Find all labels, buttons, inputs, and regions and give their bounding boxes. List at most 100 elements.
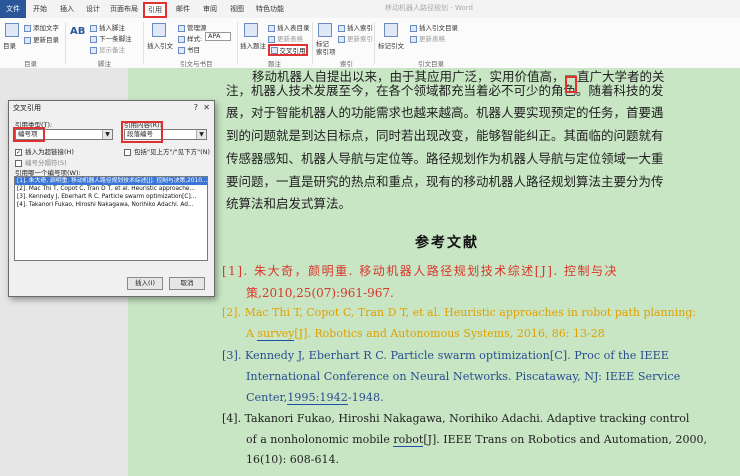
chevron-down-icon: ▼ xyxy=(102,130,112,139)
update-toa-button[interactable]: 更新表格 xyxy=(410,33,445,43)
cancel-button[interactable]: 取消 xyxy=(169,277,205,290)
cross-reference-button[interactable]: 交叉引用 xyxy=(268,44,308,56)
update-index-button[interactable]: 更新索引 xyxy=(338,33,373,43)
insert-table-of-figures-button[interactable]: 插入表目录 xyxy=(268,22,310,32)
insert-toa-icon xyxy=(410,24,417,32)
style-label: 样式: xyxy=(178,33,202,43)
list-item[interactable]: [3]. Kennedy J, Eberhart R C. Particle s… xyxy=(15,193,207,201)
group-toc: 目录 xyxy=(24,60,37,68)
body-line: 注，机器人技术发展至今，在各个领域都充当着必不可少的角色。随着科技的发 xyxy=(226,83,664,98)
reference-3: [3]. Kennedy J, Eberhart R C. Particle s… xyxy=(222,349,669,362)
list-item[interactable]: [1]. 朱大奇, 颜明重. 移动机器人路径规划技术综述[J]. 控制与决策,2… xyxy=(15,177,207,185)
body-line: 统算法和启发式算法。 xyxy=(226,196,352,211)
divider xyxy=(143,22,144,64)
body-line: 要问题，一直是研究的热点和重点，现有的移动机器人路径规划算法主要分为传 xyxy=(226,174,664,189)
divider xyxy=(65,22,66,64)
reference-4: [4]. Takanori Fukao, Hiroshi Nakagawa, N… xyxy=(222,412,690,425)
help-icon[interactable]: ? xyxy=(194,103,198,112)
reference-1-cont: 策,2010,25(07):961-967. xyxy=(246,286,394,300)
divider xyxy=(374,22,375,64)
reference-4-cont: 16(10): 608-614. xyxy=(246,453,339,466)
footnote-icon xyxy=(90,24,97,32)
separate-numbers-checkbox[interactable]: 编号分隔符(S) xyxy=(15,157,67,167)
mark-entry-icon xyxy=(318,23,332,37)
tab-design[interactable]: 设计 xyxy=(86,4,100,14)
body-line: 到的问题就是到达目标点，同时若出现改变，能够智能纠正。其面临的问题就有 xyxy=(226,128,664,143)
table-of-figures-icon xyxy=(268,24,275,32)
manage-sources-button[interactable]: 管理源 xyxy=(178,22,207,32)
tab-special[interactable]: 特色功能 xyxy=(256,4,284,14)
insert-caption-button[interactable]: 插入题注 xyxy=(240,40,266,50)
style-icon xyxy=(178,35,185,43)
body-line: 传感器感知、机器人导航与定位等。路径规划作为机器人导航与定位领域一大重 xyxy=(226,151,664,166)
update-table-icon xyxy=(268,35,275,43)
checkbox xyxy=(15,159,22,167)
update-table-button[interactable]: 更新表格 xyxy=(268,33,303,43)
reference-4-cont: of a nonholonomic mobile robot[J]. IEEE … xyxy=(246,433,707,447)
insert-endnote-icon[interactable]: AB xyxy=(70,26,85,37)
insert-citation-button[interactable]: 插入引文 xyxy=(147,40,173,50)
insert-footnote-button[interactable]: 插入脚注 xyxy=(90,22,125,32)
close-icon[interactable]: ✕ xyxy=(203,103,210,112)
tab-file[interactable]: 文件 xyxy=(0,0,26,18)
next-footnote-icon xyxy=(90,35,97,43)
tab-references[interactable]: 引用 xyxy=(143,2,167,18)
add-text-icon xyxy=(24,24,31,32)
group-citations: 引文与书目 xyxy=(180,60,213,68)
insert-hyperlink-checkbox[interactable]: ✓ 插入为超链接(H) xyxy=(15,146,74,156)
tab-mailings[interactable]: 邮件 xyxy=(176,4,190,14)
include-above-below-checkbox[interactable]: 包括"见上方"/"见下方"(N) xyxy=(124,146,210,156)
window-title: 移动机器人路径规划 - Word xyxy=(385,4,473,12)
list-item[interactable]: [4]. Takanori Fukao, Hiroshi Nakagawa, N… xyxy=(15,201,207,209)
reference-3-cont: Center,1995:1942-1948. xyxy=(246,391,384,405)
show-notes-button[interactable]: 显示备注 xyxy=(90,44,125,54)
body-line: 展，对于智能机器人的功能需求也越来越高。机器人要实现预定的任务，首要遇 xyxy=(226,105,664,120)
refresh-icon xyxy=(24,36,31,44)
highlight-ref-type xyxy=(13,127,45,142)
ribbon-tab-bar: 文件 开始 插入 设计 页面布局 引用 邮件 审阅 视图 特色功能 移动机器人路… xyxy=(0,0,740,18)
insert-caption-icon xyxy=(244,23,258,37)
bibliography-icon xyxy=(178,46,185,54)
insert-index-icon xyxy=(338,24,345,32)
tab-review[interactable]: 审阅 xyxy=(203,4,217,14)
bibliography-button[interactable]: 书目 xyxy=(178,44,200,54)
checkbox-checked: ✓ xyxy=(15,148,22,156)
tab-insert[interactable]: 插入 xyxy=(60,4,74,14)
divider xyxy=(312,22,313,64)
list-item[interactable]: [2]. Mac Thi T, Copot C, Tran D T, et al… xyxy=(15,185,207,193)
dialog-title: 交叉引用 xyxy=(13,104,41,112)
tab-layout[interactable]: 页面布局 xyxy=(110,4,138,14)
notes-icon xyxy=(90,46,97,54)
update-toc-button[interactable]: 更新目录 xyxy=(24,34,59,44)
ribbon-panel: 目录 添加文字 更新目录 目录 AB 插入脚注 下一条脚注 显示备注 脚注 插入… xyxy=(0,18,740,69)
reference-3-cont: International Conference on Neural Netwo… xyxy=(246,370,681,383)
add-text-button[interactable]: 添加文字 xyxy=(24,22,59,32)
insert-button[interactable]: 插入(I) xyxy=(127,277,163,290)
mark-citation-icon xyxy=(384,23,398,37)
tab-view[interactable]: 视图 xyxy=(230,4,244,14)
insertion-point-highlight xyxy=(565,76,577,93)
mark-entry-button[interactable]: 标记 索引项 xyxy=(316,40,336,56)
checkbox xyxy=(124,148,131,156)
tab-home[interactable]: 开始 xyxy=(33,4,47,14)
chevron-down-icon: ▼ xyxy=(196,130,206,139)
toc-icon xyxy=(5,23,19,37)
group-footnotes: 脚注 xyxy=(98,60,111,68)
update-index-icon xyxy=(338,35,345,43)
references-heading: 参考文献 xyxy=(415,235,479,251)
numbered-item-list[interactable]: [1]. 朱大奇, 颜明重. 移动机器人路径规划技术综述[J]. 控制与决策,2… xyxy=(14,176,208,261)
reference-2: [2]. Mac Thi T, Copot C, Tran D T, et al… xyxy=(222,306,697,319)
highlight-ref-content xyxy=(121,121,163,143)
reference-2-cont: A survey[J]. Robotics and Autonomous Sys… xyxy=(246,327,605,341)
next-footnote-button[interactable]: 下一条脚注 xyxy=(90,33,132,43)
manage-sources-icon xyxy=(178,24,185,32)
cross-reference-dialog: 交叉引用 ? ✕ 引用类型(T): 编号项 ▼ 引用内容(R): 段落编号 ▼ ✓ 插… xyxy=(8,100,215,297)
insert-index-button[interactable]: 插入索引 xyxy=(338,22,373,32)
update-toa-icon xyxy=(410,35,417,43)
insert-toa-button[interactable]: 插入引文目录 xyxy=(410,22,458,32)
style-select[interactable]: APA xyxy=(205,32,231,41)
insert-citation-icon xyxy=(152,23,166,37)
divider xyxy=(237,22,238,64)
mark-citation-button[interactable]: 标记引文 xyxy=(378,40,404,50)
toc-button[interactable]: 目录 xyxy=(3,40,16,50)
